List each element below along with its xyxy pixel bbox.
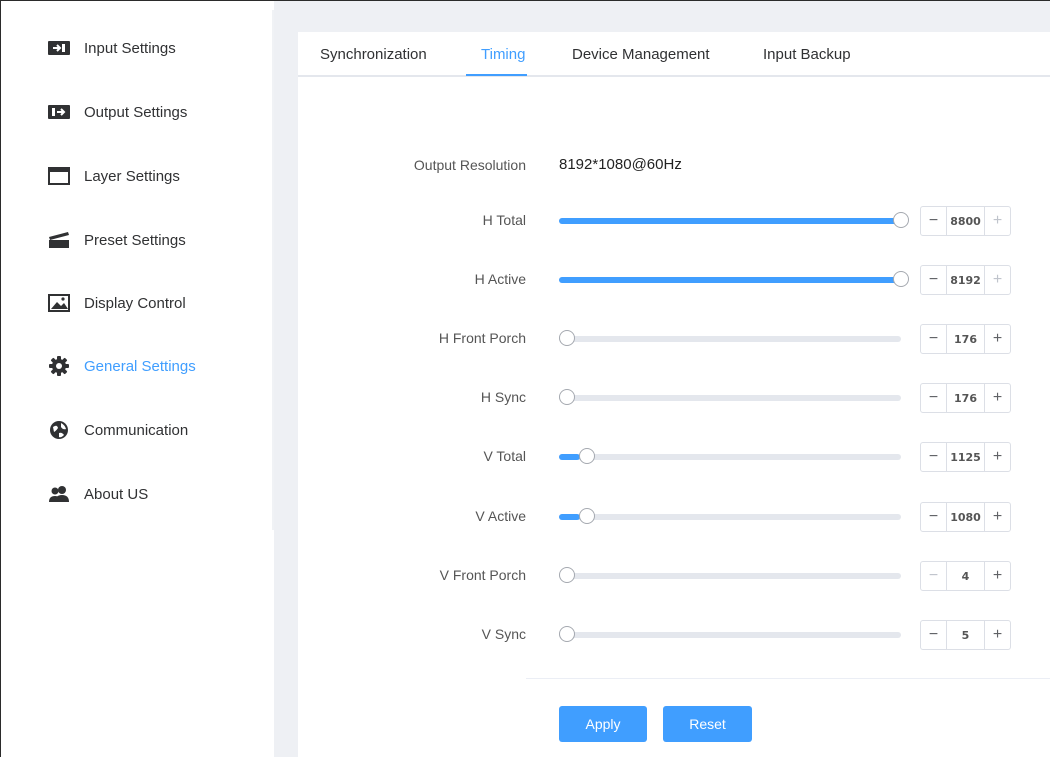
h-front-porch-label: H Front Porch: [438, 330, 526, 346]
slider-handle[interactable]: [559, 626, 575, 642]
v-sync-stepper: −5 +: [920, 620, 1011, 650]
sidebar-item-general-settings[interactable]: General Settings: [48, 353, 196, 379]
slider-fill: [559, 277, 901, 283]
decrement-button[interactable]: −: [921, 207, 947, 235]
slider-handle[interactable]: [559, 567, 575, 583]
tab-input-backup[interactable]: Input Backup: [763, 46, 851, 63]
tab-bar: Synchronization Timing Device Management…: [298, 32, 1050, 77]
v-active-label: V Active: [475, 508, 526, 524]
increment-button[interactable]: +: [984, 266, 1010, 294]
sidebar-item-label: Display Control: [84, 294, 186, 312]
h-active-value-input[interactable]: 8192: [947, 266, 984, 294]
v-total-stepper: −1125 +: [920, 442, 1011, 472]
h-total-stepper: −8800 +: [920, 206, 1011, 236]
image-icon: [48, 292, 70, 314]
decrement-button[interactable]: −: [921, 503, 947, 531]
users-icon: [48, 483, 70, 505]
h-total-slider[interactable]: [559, 212, 909, 228]
output-resolution-label: Output Resolution: [413, 157, 526, 173]
sidebar-item-label: About US: [84, 485, 149, 503]
increment-button[interactable]: +: [984, 621, 1010, 649]
v-active-value-input[interactable]: 1080: [947, 503, 984, 531]
v-front-porch-value-input[interactable]: 4: [947, 562, 984, 590]
sidebar-item-layer-settings[interactable]: Layer Settings: [48, 163, 180, 189]
v-sync-label: V Sync: [481, 626, 526, 642]
sidebar-item-label: Layer Settings: [84, 167, 180, 185]
slider-handle[interactable]: [559, 330, 575, 346]
increment-button[interactable]: +: [984, 503, 1010, 531]
h-total-label: H Total: [482, 212, 526, 228]
h-sync-stepper: −176 +: [920, 383, 1011, 413]
v-total-label: V Total: [483, 448, 526, 464]
slider-fill: [559, 514, 580, 520]
v-active-slider[interactable]: [559, 508, 901, 524]
h-front-porch-value-input[interactable]: 176: [947, 325, 984, 353]
v-front-porch-stepper: −4 +: [920, 561, 1011, 591]
h-sync-label: H Sync: [480, 389, 526, 405]
v-sync-value-input[interactable]: 5: [947, 621, 984, 649]
increment-button[interactable]: +: [984, 562, 1010, 590]
decrement-button[interactable]: −: [921, 384, 947, 412]
apply-button[interactable]: Apply: [559, 706, 647, 742]
h-active-stepper: −8192 +: [920, 265, 1011, 295]
decrement-button[interactable]: −: [921, 562, 947, 590]
h-active-label: H Active: [474, 271, 526, 287]
slider-fill: [559, 218, 901, 224]
decrement-button[interactable]: −: [921, 443, 947, 471]
slider-fill: [559, 454, 580, 460]
sidebar-item-label: Output Settings: [84, 103, 188, 121]
v-front-porch-label: V Front Porch: [439, 567, 526, 583]
output-icon: [48, 101, 70, 123]
sidebar-item-about-us[interactable]: About US: [48, 481, 148, 507]
h-total-value-input[interactable]: 8800: [947, 207, 984, 235]
v-total-value-input[interactable]: 1125: [947, 443, 984, 471]
sidebar-item-display-control[interactable]: Display Control: [48, 290, 186, 316]
decrement-button[interactable]: −: [921, 621, 947, 649]
v-sync-slider[interactable]: [559, 626, 901, 642]
slider-handle[interactable]: [893, 212, 909, 228]
h-active-slider[interactable]: [559, 271, 909, 287]
tab-synchronization[interactable]: Synchronization: [320, 46, 427, 63]
layer-window-icon: [48, 165, 70, 187]
increment-button[interactable]: +: [984, 384, 1010, 412]
sidebar-item-label: Communication: [84, 421, 189, 439]
globe-icon: [48, 419, 70, 441]
output-resolution-value: 8192*1080@60Hz: [559, 156, 682, 173]
divider: [526, 678, 1050, 679]
input-icon: [48, 37, 70, 59]
increment-button[interactable]: +: [984, 443, 1010, 471]
decrement-button[interactable]: −: [921, 325, 947, 353]
active-tab-indicator: [466, 74, 527, 76]
slider-handle[interactable]: [579, 508, 596, 524]
slider-handle[interactable]: [893, 271, 909, 287]
gear-icon: [48, 355, 70, 377]
slider-handle[interactable]: [559, 389, 575, 405]
sidebar-item-label: Preset Settings: [84, 231, 186, 249]
sidebar-item-output-settings[interactable]: Output Settings: [48, 99, 187, 125]
sidebar-item-input-settings[interactable]: Input Settings: [48, 35, 176, 61]
slider-handle[interactable]: [579, 448, 596, 464]
v-front-porch-slider[interactable]: [559, 567, 901, 583]
h-sync-slider[interactable]: [559, 389, 901, 405]
sidebar-item-label: General Settings: [84, 357, 196, 375]
increment-button[interactable]: +: [984, 325, 1010, 353]
clapperboard-icon: [48, 229, 70, 251]
sidebar-item-label: Input Settings: [84, 39, 176, 57]
increment-button[interactable]: +: [984, 207, 1010, 235]
h-front-porch-stepper: −176 +: [920, 324, 1011, 354]
tab-device-management[interactable]: Device Management: [572, 46, 710, 63]
v-total-slider[interactable]: [559, 448, 901, 464]
sidebar-item-communication[interactable]: Communication: [48, 417, 188, 443]
sidebar-item-preset-settings[interactable]: Preset Settings: [48, 227, 186, 253]
reset-button[interactable]: Reset: [663, 706, 752, 742]
h-front-porch-slider[interactable]: [559, 330, 901, 346]
sidebar: Input Settings Output Settings Layer Set…: [8, 10, 275, 757]
decrement-button[interactable]: −: [921, 266, 947, 294]
v-active-stepper: −1080 +: [920, 502, 1011, 532]
tab-timing[interactable]: Timing: [481, 46, 525, 63]
h-sync-value-input[interactable]: 176: [947, 384, 984, 412]
